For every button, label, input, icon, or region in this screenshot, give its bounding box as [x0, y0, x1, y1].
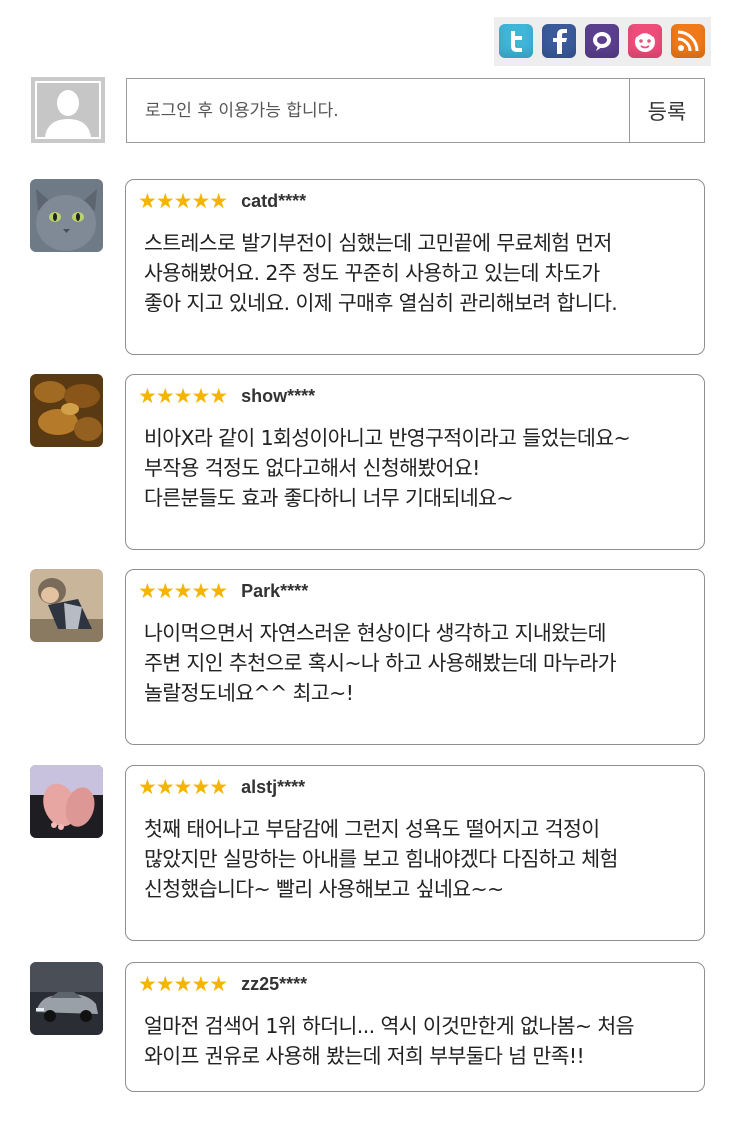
- review-text: 비아X라 같이 1회성이아니고 반영구적이라고 들었는데요~ 부작용 걱정도 없…: [144, 426, 631, 510]
- review-avatar-food: [30, 374, 103, 447]
- review-card: ★★★★★ zz25**** 얼마전 검색어 1위 하더니... 역시 이것만한…: [125, 962, 705, 1092]
- review-card: ★★★★★ alstj**** 첫째 태어나고 부담감에 그런지 성욕도 떨어지…: [125, 765, 705, 941]
- star-rating: ★★★★★: [138, 188, 228, 213]
- user-avatar-placeholder: [31, 77, 105, 143]
- facebook-icon[interactable]: [542, 24, 576, 58]
- review-card: ★★★★★ catd**** 스트레스로 발기부전이 심했는데 고민끝에 무료체…: [125, 179, 705, 355]
- review-text: 얼마전 검색어 1위 하더니... 역시 이것만한게 없나봄~ 처음 와이프 권…: [144, 1014, 635, 1068]
- review-avatar-cat: [30, 179, 103, 252]
- review-card: ★★★★★ Park**** 나이먹으면서 자연스러운 현상이다 생각하고 지내…: [125, 569, 705, 745]
- review-header: ★★★★★ show****: [138, 384, 315, 408]
- review-username: show****: [241, 385, 316, 406]
- share-bar: [494, 17, 711, 66]
- cyworld-icon[interactable]: [628, 24, 662, 58]
- rss-icon[interactable]: [671, 24, 705, 58]
- review-header: ★★★★★ Park****: [138, 579, 308, 603]
- submit-button[interactable]: 등록: [629, 79, 704, 142]
- star-rating: ★★★★★: [138, 971, 228, 996]
- review-avatar-person: [30, 569, 103, 642]
- review-card: ★★★★★ show**** 비아X라 같이 1회성이아니고 반영구적이라고 들…: [125, 374, 705, 550]
- review-header: ★★★★★ catd****: [138, 189, 306, 213]
- twitter-icon[interactable]: [499, 24, 533, 58]
- star-rating: ★★★★★: [138, 774, 228, 799]
- star-rating: ★★★★★: [138, 383, 228, 408]
- review-text: 나이먹으면서 자연스러운 현상이다 생각하고 지내왔는데 주변 지인 추천으로 …: [144, 621, 617, 705]
- comment-form: 등록: [126, 78, 705, 143]
- review-avatar-baby-feet: [30, 765, 103, 838]
- review-username: Park****: [241, 580, 309, 601]
- review-header: ★★★★★ zz25****: [138, 972, 307, 996]
- review-username: zz25****: [241, 973, 308, 994]
- review-username: alstj****: [241, 776, 306, 797]
- me2day-icon[interactable]: [585, 24, 619, 58]
- review-text: 스트레스로 발기부전이 심했는데 고민끝에 무료체험 먼저 사용해봤어요. 2주…: [144, 231, 618, 315]
- default-user-icon: [37, 83, 99, 137]
- review-avatar-car: [30, 962, 103, 1035]
- comment-input[interactable]: [127, 79, 629, 142]
- review-text: 첫째 태어나고 부담감에 그런지 성욕도 떨어지고 걱정이 많았지만 실망하는 …: [144, 817, 618, 901]
- star-rating: ★★★★★: [138, 578, 228, 603]
- review-username: catd****: [241, 190, 307, 211]
- review-header: ★★★★★ alstj****: [138, 775, 305, 799]
